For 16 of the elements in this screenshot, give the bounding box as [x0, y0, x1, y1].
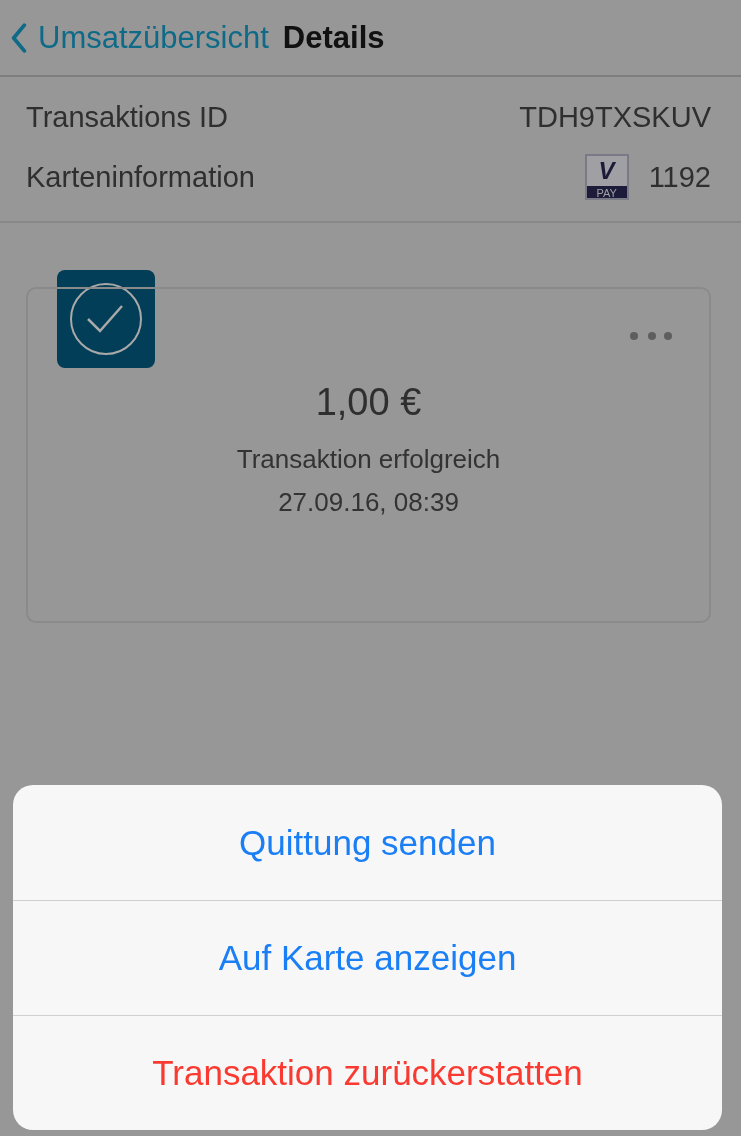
- field-value: 1192: [648, 160, 711, 194]
- screen-title: Details: [282, 19, 385, 56]
- action-button[interactable]: Transaktion zurückerstatten: [13, 1015, 722, 1130]
- action-button[interactable]: Quittung senden: [13, 785, 722, 900]
- more-icon[interactable]: [629, 331, 673, 341]
- status-text: Transaktion erfolgreich: [236, 444, 501, 475]
- field-label: Transaktions ID: [26, 100, 228, 134]
- amount: 1,00 €: [315, 381, 422, 424]
- field-label: Karteninformation: [26, 160, 255, 194]
- action-button[interactable]: Auf Karte anzeigen: [13, 900, 722, 1015]
- card-brand-logo: V PAY: [584, 154, 629, 200]
- field-value: TDH9TXSKUV: [519, 100, 711, 134]
- back-button[interactable]: Umsatzübersicht: [10, 19, 269, 56]
- chevron-left-icon: [10, 22, 28, 53]
- checkmark-icon: [69, 282, 143, 356]
- date-time: 27.09.16, 08:39: [278, 487, 459, 518]
